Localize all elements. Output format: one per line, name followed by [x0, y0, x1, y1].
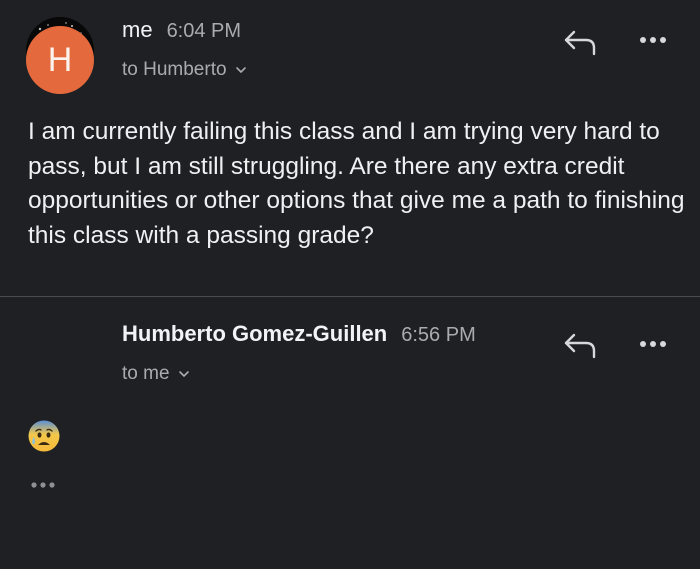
chevron-down-icon: [178, 371, 189, 377]
recipient-label: to Humberto: [122, 59, 227, 80]
recipient-details-toggle[interactable]: to me: [122, 363, 190, 385]
show-trimmed-content-button[interactable]: [28, 478, 60, 490]
chevron-down-icon: [235, 67, 246, 73]
sender-avatar[interactable]: H: [26, 26, 94, 94]
message-1: me 6:04 PM to Humberto I am currently fa…: [0, 0, 700, 296]
anxious-face-with-sweat-emoji-icon: [27, 419, 61, 453]
sender-name: Humberto Gomez-Guillen: [122, 321, 388, 346]
message-time: 6:04 PM: [166, 20, 242, 42]
sender-row: Humberto Gomez-Guillen 6:56 PM: [122, 321, 476, 347]
reply-button[interactable]: [562, 26, 598, 56]
recipient-label: to me: [122, 363, 170, 384]
avatar-letter: H: [47, 40, 73, 79]
more-options-icon: [640, 37, 666, 43]
recipient-details-toggle[interactable]: to Humberto: [122, 59, 247, 81]
more-options-button[interactable]: [636, 337, 672, 351]
reply-button[interactable]: [562, 329, 598, 359]
sender-row: me 6:04 PM: [122, 17, 241, 43]
show-trimmed-content-icon: [31, 482, 55, 488]
message-time: 6:56 PM: [401, 324, 476, 346]
sender-name: me: [122, 17, 153, 42]
message-divider: [0, 296, 700, 297]
more-options-icon: [640, 341, 666, 347]
more-options-button[interactable]: [636, 33, 672, 47]
reply-icon: [564, 30, 596, 56]
reply-icon: [564, 333, 596, 359]
message-body: I am currently failing this class and I …: [28, 118, 685, 249]
